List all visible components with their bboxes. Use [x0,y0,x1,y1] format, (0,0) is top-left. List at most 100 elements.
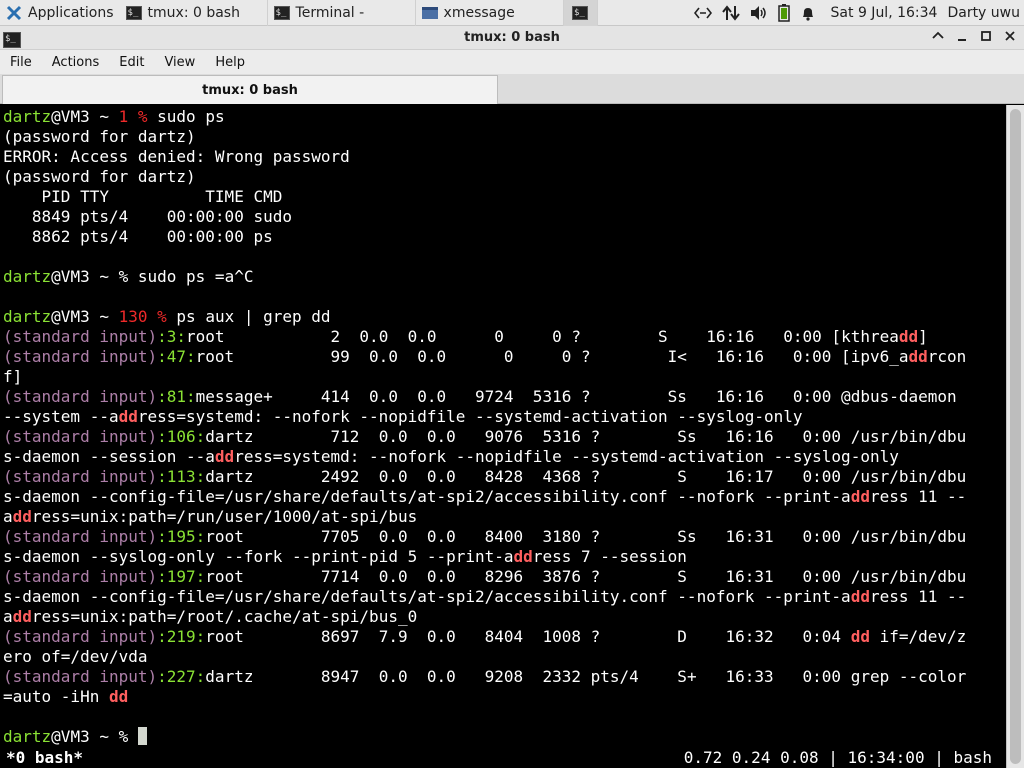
grep-match: dd [513,547,533,566]
terminal-text: @VM3 ~ % [51,727,138,746]
network-icon[interactable] [693,6,712,20]
terminal-text: (password for dartz) [3,127,196,146]
terminal-text: ero of=/dev/vda [3,647,148,666]
notification-bell-icon[interactable] [800,5,816,21]
grep-source-label: (standard input) [3,327,158,346]
taskbar-button-active-terminal[interactable]: $_ [563,0,598,26]
grep-match: dd [850,487,870,506]
terminal-line: ero of=/dev/vda [3,647,1006,667]
terminal-output[interactable]: dartz@VM3 ~ 1 % sudo ps (password for dar… [0,105,1006,768]
terminal-line: dartz@VM3 ~ 1 % sudo ps [3,107,1006,127]
terminal-text: ress=systemd: --nofork --nopidfile --sys… [234,447,899,466]
grep-source-label: (standard input) [3,667,158,686]
menu-actions[interactable]: Actions [42,55,110,70]
taskbar-button-tmux[interactable]: $_ tmux: 0 bash [120,0,268,26]
terminal-text: root 2 0.0 0.0 0 0 ? S 16:16 0:00 [kthre… [186,327,899,346]
tab-bar: tmux: 0 bash [0,74,1024,104]
grep-match: dd [850,587,870,606]
terminal-text: ress=unix:path=/run/user/1000/at-spi/bus [31,507,418,526]
window-titlebar[interactable]: $_ tmux: 0 bash [0,26,1024,50]
terminal-line: --system --address=systemd: --nofork --n… [3,407,1006,427]
terminal-line: 8862 pts/4 00:00:00 ps [3,227,1006,247]
terminal-line: s-daemon --syslog-only --fork --print-pi… [3,547,1006,567]
terminal-text: 8849 pts/4 00:00:00 sudo [3,207,292,226]
terminal-line: =auto -iHn dd [3,687,1006,707]
battery-icon[interactable] [777,3,790,22]
terminal-text: root 7714 0.0 0.0 8296 3876 ? S 16:31 0:… [205,567,967,586]
volume-icon[interactable] [750,5,768,21]
applications-menu-button[interactable]: Applications [0,0,120,26]
grep-match: dd [108,687,129,706]
terminal-text: dartz 8947 0.0 0.0 9208 2332 pts/4 S+ 16… [205,667,967,686]
terminal-text: ress=systemd: --nofork --nopidfile --sys… [137,407,803,426]
terminal-line: (standard input):3:root 2 0.0 0.0 0 0 ? … [3,327,1006,347]
terminal-line: (standard input):197:root 7714 0.0 0.0 8… [3,567,1006,587]
terminal-text: ress 7 --session [532,547,687,566]
terminal-icon: $_ [125,5,142,20]
terminal-text: 1 % [118,107,148,126]
task-label: tmux: 0 bash [147,4,240,21]
terminal-line: (standard input):219:root 8697 7.9 0.0 8… [3,627,1006,647]
task-label: xmessage [443,4,515,21]
terminal-text: message+ 414 0.0 0.0 9724 5316 ? Ss 16:1… [195,387,957,406]
terminal-text: =auto -iHn [3,687,109,706]
terminal-line: dartz@VM3 ~ 130 % ps aux | grep dd [3,307,1006,327]
terminal-text: dartz 2492 0.0 0.0 8428 4368 ? S 16:17 0… [205,467,967,486]
grep-match: dd [850,627,870,646]
terminal-line: 8849 pts/4 00:00:00 sudo [3,207,1006,227]
taskbar-button-xmessage[interactable]: xmessage [416,0,564,26]
window-title: tmux: 0 bash [464,30,560,45]
terminal-text: root 99 0.0 0.0 0 0 ? I< 16:16 0:00 [ipv… [195,347,909,366]
grep-match: dd [898,327,919,346]
terminal-line: ERROR: Access denied: Wrong password [3,147,1006,167]
taskbar-button-terminal[interactable]: $_ Terminal - [268,0,416,26]
terminal-text: root 7705 0.0 0.0 8400 3180 ? Ss 16:31 0… [205,527,967,546]
terminal-text: (password for dartz) [3,167,196,186]
terminal-text: :227: [157,667,206,686]
terminal-text: 130 % [118,307,167,326]
terminal-text: ress 11 -- [869,587,967,606]
top-panel: Applications $_ tmux: 0 bash $_ Terminal… [0,0,1024,26]
menubar: File Actions Edit View Help [0,50,1024,74]
tab-tmux-bash[interactable]: tmux: 0 bash [2,75,498,104]
menu-view[interactable]: View [154,55,205,70]
terminal-icon: $_ [572,5,589,20]
transfer-icon[interactable] [721,4,740,21]
terminal-text: --system --a [3,407,119,426]
terminal-text: @VM3 ~ [51,307,119,326]
scrollbar-thumb[interactable] [1010,109,1021,764]
system-tray: Sat 9 Jul, 16:34 Darty uwu [689,0,1024,26]
grep-match: dd [118,407,138,426]
minimize-icon[interactable] [932,30,944,46]
grep-source-label: (standard input) [3,527,158,546]
terminal-text: :47: [157,347,196,366]
grep-source-label: (standard input) [3,387,158,406]
menu-edit[interactable]: Edit [109,55,154,70]
terminal-line: (standard input):47:root 99 0.0 0.0 0 0 … [3,347,1006,367]
terminal-line: s-daemon --config-file=/usr/share/defaul… [3,587,1006,607]
terminal-text: dartz 712 0.0 0.0 9076 5316 ? Ss 16:16 0… [205,427,967,446]
terminal-text: @VM3 ~ % sudo ps =a^C [51,267,254,286]
menu-file[interactable]: File [0,55,42,70]
tmux-window-list[interactable]: *0 bash* [6,748,83,768]
terminal-scrollbar[interactable] [1006,105,1024,768]
terminal-text: dartz [3,107,52,126]
clock[interactable]: Sat 9 Jul, 16:34 [831,5,938,21]
close-button[interactable] [1004,30,1016,46]
minimize-button[interactable] [956,30,968,46]
terminal-text: dartz [3,727,52,746]
maximize-button[interactable] [980,30,992,46]
terminal-text: PID TTY TIME CMD [3,187,283,206]
user-name[interactable]: Darty uwu [947,5,1020,21]
terminal-line: (password for dartz) [3,127,1006,147]
terminal-text: :81: [157,387,196,406]
terminal-line: address=unix:path=/run/user/1000/at-spi/… [3,507,1006,527]
terminal-text: dartz [3,267,52,286]
terminal-text: 8862 pts/4 00:00:00 ps [3,227,273,246]
menu-help[interactable]: Help [205,55,255,70]
grep-source-label: (standard input) [3,567,158,586]
grep-source-label: (standard input) [3,467,158,486]
terminal-text: f] [3,367,23,386]
grep-match: dd [12,507,32,526]
terminal-text: ERROR: Access denied: Wrong password [3,147,350,166]
